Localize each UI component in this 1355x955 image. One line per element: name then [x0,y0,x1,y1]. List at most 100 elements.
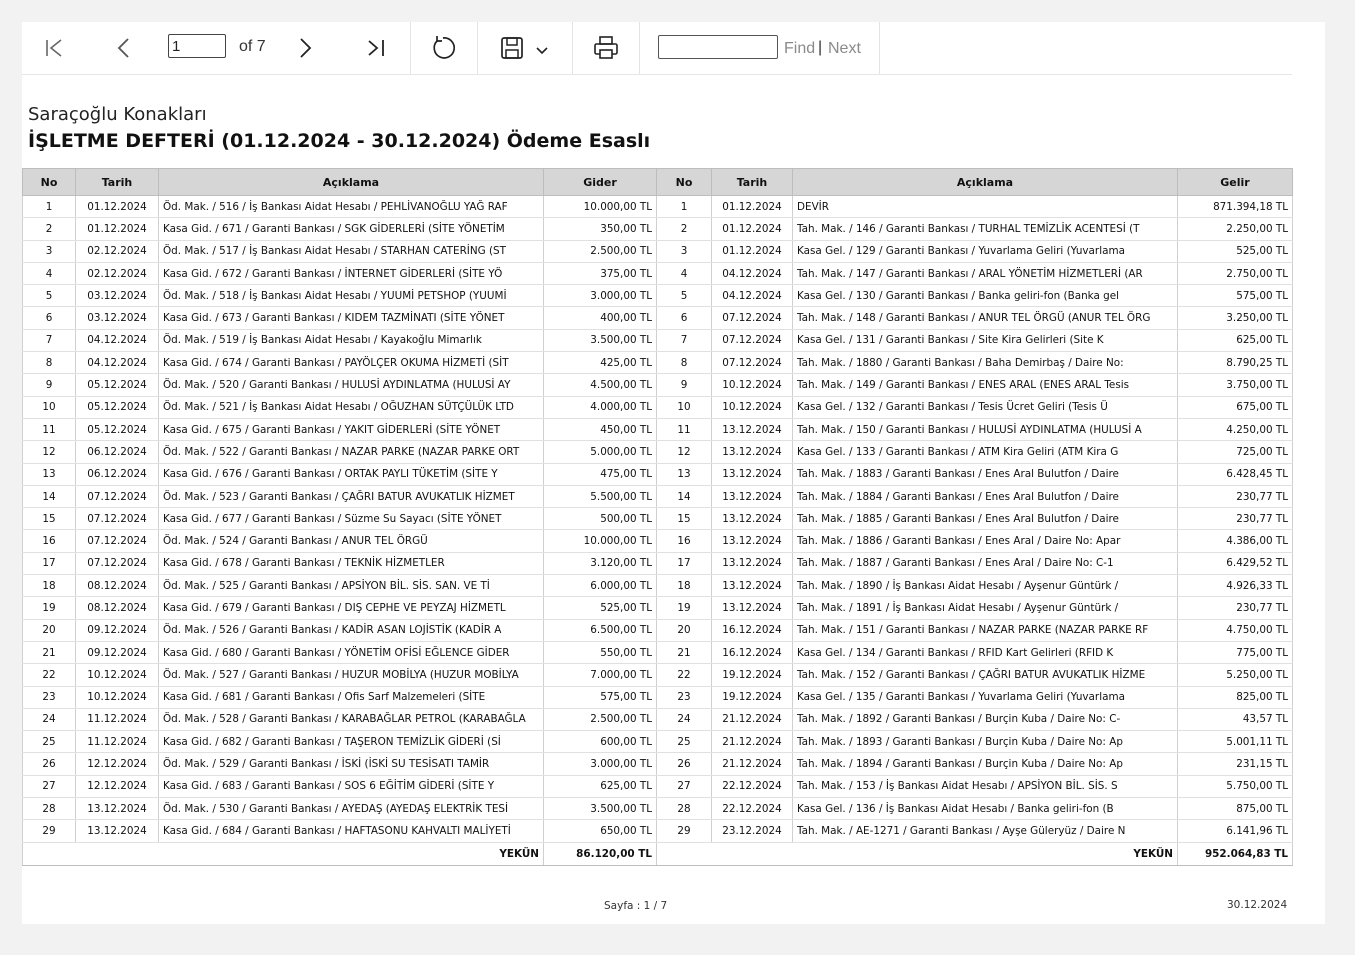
row-description: Tah. Mak. / 1890 / İş Bankası Aidat Hesa… [792,574,1178,598]
report-page: of 7 Find | Next Saraçoğlu Konakları İŞL… [22,22,1325,924]
next-link[interactable]: Next [828,40,861,58]
row-number: 15 [656,507,712,531]
row-amount: 375,00 TL [543,262,657,286]
row-description: Tah. Mak. / 1894 / Garanti Bankası / Bur… [792,752,1178,776]
row-number: 12 [22,440,76,464]
row-number: 8 [22,351,76,375]
row-description: Kasa Gid. / 674 / Garanti Bankası / PAYÖ… [158,351,544,375]
row-amount: 425,00 TL [543,351,657,375]
total-blank-cell [711,841,793,866]
table-row: 12 06.12.2024 Öd. Mak. / 522 / Garanti Ban… [22,440,657,464]
row-date: 22.12.2024 [711,797,793,821]
table-row: 15 07.12.2024 Kasa Gid. / 677 / Garanti Ba… [22,507,657,531]
row-date: 23.12.2024 [711,819,793,843]
find-link[interactable]: Find [784,40,815,58]
row-number: 21 [22,641,76,665]
previous-page-icon[interactable] [108,32,140,64]
row-description: Öd. Mak. / 524 / Garanti Bankası / ANUR … [158,529,544,553]
row-description: Öd. Mak. / 521 / İş Bankası Aidat Hesabı… [158,396,544,419]
row-number: 29 [22,819,76,843]
row-date: 03.12.2024 [75,306,159,330]
table-row: 25 11.12.2024 Kasa Gid. / 682 / Garanti Ba… [22,730,657,754]
row-number: 20 [656,619,712,642]
row-number: 24 [22,708,76,732]
row-number: 25 [656,730,712,754]
row-amount: 575,00 TL [1177,284,1293,308]
row-date: 13.12.2024 [711,463,793,486]
row-amount: 2.750,00 TL [1177,262,1293,286]
row-number: 19 [22,596,76,620]
row-number: 24 [656,708,712,732]
row-description: Öd. Mak. / 530 / Garanti Bankası / AYEDA… [158,797,544,821]
row-description: Öd. Mak. / 517 / İş Bankası Aidat Hesabı… [158,240,544,263]
row-description: Kasa Gid. / 679 / Garanti Bankası / DIŞ … [158,596,544,620]
chevron-down-icon[interactable] [528,36,560,68]
find-input[interactable] [658,35,778,59]
row-date: 02.12.2024 [75,240,159,263]
column-header-income: Gelir [1177,168,1293,196]
find-separator: | [818,39,823,56]
table-row: 1 01.12.2024 Öd. Mak. / 516 / İş Bankası A… [22,195,657,219]
row-number: 11 [656,418,712,442]
page-number-input[interactable] [168,34,226,58]
table-row: 7 04.12.2024 Öd. Mak. / 519 / İş Bankası A… [22,329,657,353]
row-amount: 6.141,96 TL [1177,819,1293,843]
footer-date: 30.12.2024 [1227,899,1288,911]
row-description: Kasa Gid. / 671 / Garanti Bankası / SGK … [158,217,544,241]
row-number: 1 [656,195,712,219]
row-date: 21.12.2024 [711,730,793,754]
row-description: Kasa Gid. / 672 / Garanti Bankası / İNTE… [158,262,544,286]
toolbar-divider [572,22,573,74]
row-amount: 7.000,00 TL [543,663,657,687]
table-row: 6 07.12.2024 Tah. Mak. / 148 / Garanti Ban… [656,306,1293,330]
table-row: 22 10.12.2024 Öd. Mak. / 527 / Garanti Ban… [22,663,657,687]
row-description: Kasa Gel. / 135 / Garanti Bankası / Yuva… [792,686,1178,709]
row-date: 13.12.2024 [711,507,793,531]
next-page-icon[interactable] [289,32,321,64]
print-icon[interactable] [590,32,622,64]
row-description: Öd. Mak. / 520 / Garanti Bankası / HULUS… [158,373,544,397]
save-icon[interactable] [496,32,528,64]
table-row: 23 10.12.2024 Kasa Gid. / 681 / Garanti Ba… [22,686,657,709]
table-row: 3 02.12.2024 Öd. Mak. / 517 / İş Bankası A… [22,240,657,263]
row-number: 6 [656,306,712,330]
row-description: Kasa Gid. / 675 / Garanti Bankası / YAKI… [158,418,544,442]
refresh-icon[interactable] [427,32,459,64]
table-row: 29 13.12.2024 Kasa Gid. / 684 / Garanti Ba… [22,819,657,843]
first-page-icon[interactable] [39,32,71,64]
table-row: 15 13.12.2024 Tah. Mak. / 1885 / Garanti B… [656,507,1293,531]
row-amount: 625,00 TL [543,775,657,799]
row-date: 13.12.2024 [711,440,793,464]
row-date: 01.12.2024 [711,217,793,241]
row-date: 11.12.2024 [75,730,159,754]
table-row: 28 13.12.2024 Öd. Mak. / 530 / Garanti Ban… [22,797,657,821]
table-row: 19 08.12.2024 Kasa Gid. / 679 / Garanti Ba… [22,596,657,620]
table-row: 14 13.12.2024 Tah. Mak. / 1884 / Garanti B… [656,485,1293,509]
row-number: 26 [22,752,76,776]
row-description: Öd. Mak. / 516 / İş Bankası Aidat Hesabı… [158,195,544,219]
row-number: 5 [22,284,76,308]
table-row: 16 07.12.2024 Öd. Mak. / 524 / Garanti Ban… [22,529,657,553]
row-number: 18 [22,574,76,598]
row-number: 4 [22,262,76,286]
row-amount: 10.000,00 TL [543,195,657,219]
table-row: 29 23.12.2024 Tah. Mak. / AE-1271 / Garant… [656,819,1293,843]
table-row: 23 19.12.2024 Kasa Gel. / 135 / Garanti Ba… [656,686,1293,709]
row-description: Tah. Mak. / 153 / İş Bankası Aidat Hesab… [792,775,1178,799]
row-number: 23 [22,686,76,709]
row-amount: 2.500,00 TL [543,240,657,263]
last-page-icon[interactable] [360,32,392,64]
row-description: Kasa Gel. / 129 / Garanti Bankası / Yuva… [792,240,1178,263]
table-row: 24 11.12.2024 Öd. Mak. / 528 / Garanti Ban… [22,708,657,732]
row-number: 5 [656,284,712,308]
row-description: Kasa Gid. / 681 / Garanti Bankası / Ofis… [158,686,544,709]
row-date: 12.12.2024 [75,752,159,776]
row-number: 3 [656,240,712,263]
row-amount: 775,00 TL [1177,641,1293,665]
row-amount: 675,00 TL [1177,396,1293,419]
row-description: Öd. Mak. / 518 / İş Bankası Aidat Hesabı… [158,284,544,308]
column-header-date: Tarih [711,168,793,196]
table-row: 17 07.12.2024 Kasa Gid. / 678 / Garanti Ba… [22,552,657,576]
row-amount: 475,00 TL [543,463,657,486]
row-amount: 550,00 TL [543,641,657,665]
